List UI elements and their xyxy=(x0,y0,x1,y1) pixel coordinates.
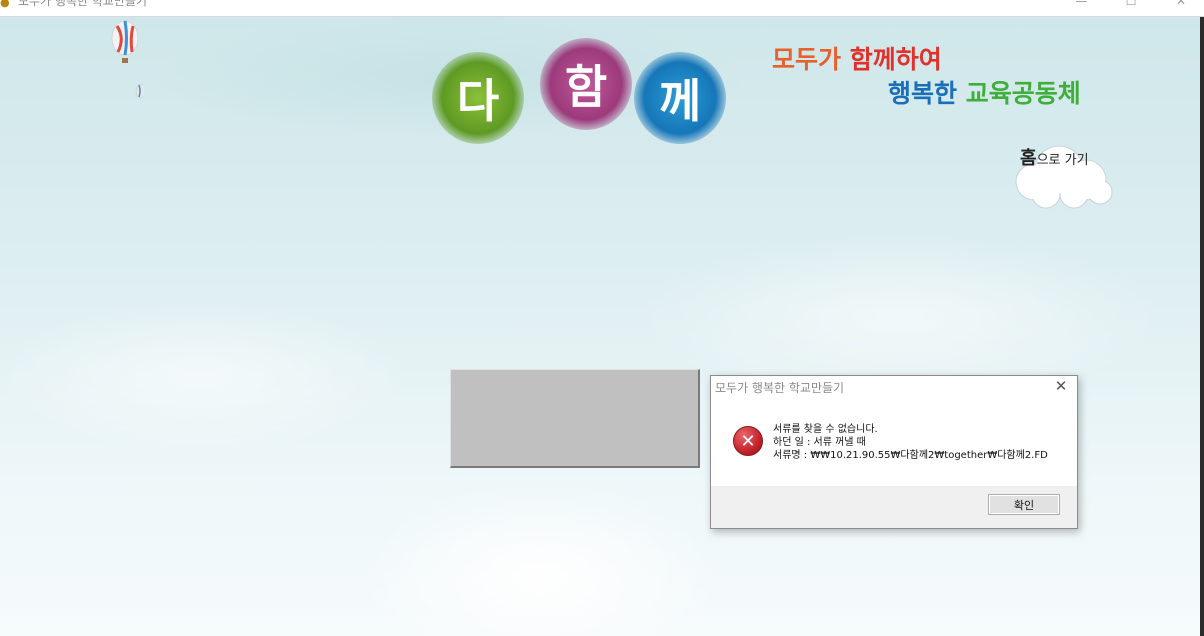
home-link[interactable]: 홈으로 가기 xyxy=(1020,144,1089,170)
message-line: 서류를 찾을 수 없습니다. xyxy=(773,424,878,435)
window-title: 모두가 행복한 학교만들기 xyxy=(18,0,148,8)
slogan-line-2-b: 교육공동체 xyxy=(965,79,1081,108)
message-line: 서류명 : ₩₩10.21.90.55₩다함께2₩together₩다함께2.F… xyxy=(773,450,1048,461)
dialog-footer: 확인 xyxy=(711,486,1077,528)
ok-button[interactable]: 확인 xyxy=(988,494,1060,515)
home-link-main: 홈 xyxy=(1020,148,1037,169)
logo-char-da: 다 xyxy=(432,52,524,144)
window-edge xyxy=(1200,17,1204,636)
message-line: 하던 일 : 서류 꺼낼 때 xyxy=(773,437,866,448)
home-link-rest: 으로 가기 xyxy=(1036,153,1089,168)
logo-char-ham: 함 xyxy=(540,38,632,130)
minimize-button[interactable]: — xyxy=(1058,0,1104,8)
dialog-close-button[interactable]: ✕ xyxy=(1051,377,1071,395)
window-controls: — ☐ ✕ xyxy=(1058,0,1204,10)
slogan-line-2: 행복한 교육공동체 xyxy=(888,74,1081,110)
slogan-line-1: 모두가 함께하여 xyxy=(772,40,942,76)
logo-char-kke: 께 xyxy=(634,52,726,144)
error-dialog: 모두가 행복한 학교만들기 ✕ ✕ 서류를 찾을 수 없습니다. 하던 일 : … xyxy=(710,375,1078,529)
maximize-button[interactable]: ☐ xyxy=(1108,0,1154,8)
slogan-line-2-a: 행복한 xyxy=(888,79,966,108)
slogan-line-1-a: 모두가 xyxy=(772,45,850,74)
dialog-body: ✕ 서류를 찾을 수 없습니다. 하던 일 : 서류 꺼낼 때 서류명 : ₩₩… xyxy=(711,400,1077,486)
close-window-button[interactable]: ✕ xyxy=(1158,0,1204,8)
dialog-message: 서류를 찾을 수 없습니다. 하던 일 : 서류 꺼낼 때 서류명 : ₩₩10… xyxy=(773,423,1048,462)
slogan-line-1-b: 함께하여 xyxy=(849,45,942,74)
dialog-title: 모두가 행복한 학교만들기 xyxy=(715,381,845,395)
app-icon: ● xyxy=(0,0,10,9)
window-titlebar: ● 모두가 행복한 학교만들기 — ☐ ✕ xyxy=(0,0,1204,17)
hot-air-balloon-icon xyxy=(111,20,144,99)
loading-panel xyxy=(450,369,700,468)
error-icon: ✕ xyxy=(733,426,763,456)
